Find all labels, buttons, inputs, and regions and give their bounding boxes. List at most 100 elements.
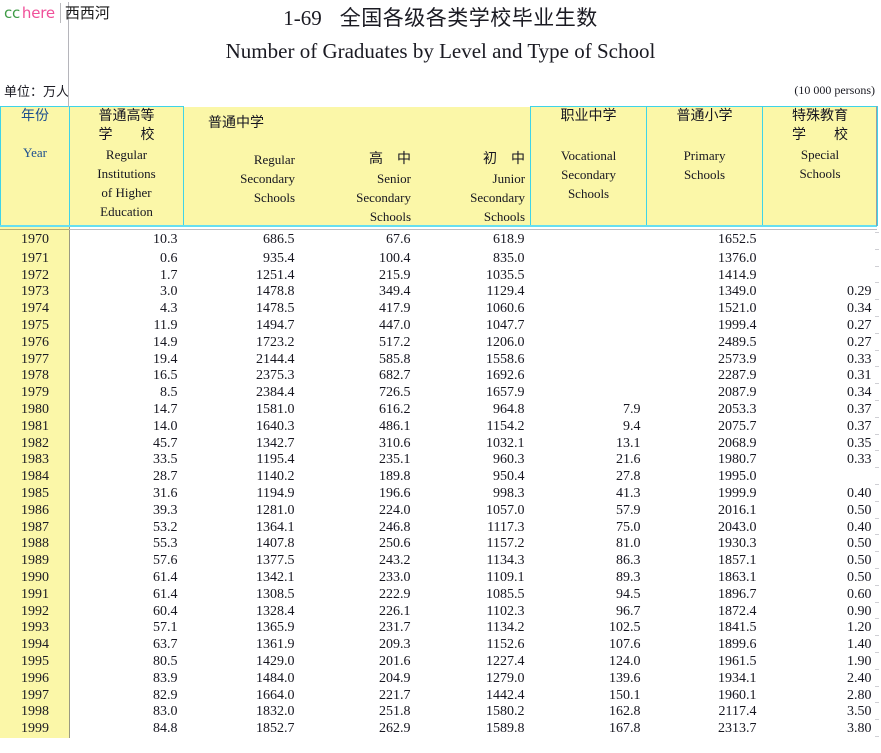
table-right-edge-line — [876, 106, 877, 226]
table-header: 年份 Year 普通高等 学 校 Regular Institutions of… — [0, 106, 879, 226]
cell-junior-secondary: 1134.2 — [486, 620, 525, 636]
cell-special — [763, 469, 878, 486]
cell-regular-secondary: 2384.4 — [256, 385, 295, 401]
cell-year: 1975 — [0, 317, 70, 335]
cell-primary: 2075.7 — [718, 418, 757, 434]
cell-primary: 2489.5 — [718, 334, 757, 350]
secondary-group-title-cell: 普通中学 — [184, 106, 532, 150]
cell-year: 1974 — [0, 301, 70, 318]
cell-year: 1972 — [0, 267, 70, 285]
cell-vocational: 162.8 — [609, 704, 641, 720]
table-row: 1999 84.8 1852.7 262.9 1589.8 167.8 2313.7 3.80 — [0, 721, 878, 738]
table-row: 1980 14.7 1581.0 616.2 964.8 7.9 2053.3 0.37 — [0, 401, 878, 419]
row-tick — [875, 450, 879, 452]
cell-special: 0.40 — [847, 519, 872, 535]
cell-primary: 2043.0 — [718, 519, 757, 535]
cell-junior-secondary: 835.0 — [493, 250, 525, 266]
cell-year: 1979 — [0, 385, 70, 402]
cell-regular-secondary: 1328.4 — [256, 603, 295, 619]
site-watermark: cc here 西西河 — [4, 2, 110, 24]
special-cn-line2: 学 校 — [792, 127, 849, 143]
cell-primary: 1349.0 — [718, 284, 757, 300]
cell-junior-secondary: 1279.0 — [486, 670, 525, 686]
row-tick — [875, 601, 879, 603]
cell-higher-education: 31.6 — [153, 485, 178, 501]
regular-secondary-en-line2: Secondary — [240, 170, 295, 186]
cell-primary: 1376.0 — [718, 250, 757, 266]
cell-primary: 1961.5 — [718, 653, 757, 669]
cell-primary: 1521.0 — [718, 301, 757, 317]
cell-senior-secondary: 100.4 — [379, 250, 411, 266]
vocational-cn: 职业中学 — [560, 108, 617, 124]
cell-year: 1999 — [0, 721, 70, 738]
cell-senior-secondary: 585.8 — [379, 351, 411, 367]
column-header-senior-secondary: 高 中 Senior Secondary Schools — [301, 149, 417, 226]
cell-year: 1981 — [0, 418, 70, 436]
senior-cn: 高 中 — [369, 150, 411, 167]
cell-regular-secondary: 1581.0 — [256, 401, 295, 417]
cell-higher-education: 16.5 — [153, 368, 178, 384]
row-tick — [875, 265, 879, 267]
cell-special: 0.35 — [847, 435, 872, 451]
cell-special: 0.31 — [847, 368, 872, 384]
table-row: 1997 82.9 1664.0 221.7 1442.4 150.1 1960.1 2.80 — [0, 687, 878, 705]
primary-en-line1: Primary — [683, 148, 726, 163]
cell-senior-secondary: 616.2 — [379, 401, 411, 417]
column-header-primary: 普通小学 Primary Schools — [646, 106, 764, 226]
regular-secondary-en-line3: Schools — [253, 189, 295, 205]
table-row: 1995 80.5 1429.0 201.6 1227.4 124.0 1961.5 1.90 — [0, 653, 878, 671]
table-body: 1970 10.3 686.5 67.6 618.9 1652.5 1971 0.6 935.4… — [0, 225, 878, 738]
cell-special: 0.50 — [847, 536, 872, 552]
row-tick — [875, 719, 879, 721]
row-tick — [875, 467, 879, 469]
cell-year: 1977 — [0, 351, 70, 369]
vocational-en-line2: Secondary — [561, 167, 616, 182]
cell-vocational — [531, 385, 647, 402]
cell-regular-secondary: 1377.5 — [256, 553, 295, 569]
table-row: 1979 8.5 2384.4 726.5 1657.9 2087.9 0.34 — [0, 385, 878, 402]
cell-junior-secondary: 1109.1 — [486, 569, 525, 585]
vocational-en-line3: Schools — [567, 186, 610, 201]
row-tick — [875, 534, 879, 536]
cell-junior-secondary: 1152.6 — [486, 637, 525, 653]
column-header-year-en: Year — [23, 145, 47, 160]
cell-higher-education: 80.5 — [153, 653, 178, 669]
column-header-higher-education: 普通高等 学 校 Regular Institutions of Higher … — [69, 106, 184, 226]
cell-special: 0.34 — [847, 301, 872, 317]
cell-year: 1976 — [0, 334, 70, 352]
row-tick — [875, 618, 879, 620]
cell-regular-secondary: 1361.9 — [256, 637, 295, 653]
cell-special: 2.40 — [847, 670, 872, 686]
cell-year: 1978 — [0, 368, 70, 386]
cell-primary: 1960.1 — [718, 687, 757, 703]
row-tick — [875, 651, 879, 653]
cell-junior-secondary: 1085.5 — [486, 586, 525, 602]
cell-senior-secondary: 221.7 — [379, 687, 411, 703]
cell-higher-education: 1.7 — [160, 267, 178, 283]
cell-vocational — [531, 268, 647, 285]
senior-en-line1: Senior — [377, 170, 411, 186]
cell-senior-secondary: 250.6 — [379, 536, 411, 552]
cell-senior-secondary: 251.8 — [379, 704, 411, 720]
cell-vocational: 139.6 — [609, 670, 641, 686]
cell-primary: 1899.6 — [718, 637, 757, 653]
cell-senior-secondary: 235.1 — [379, 452, 411, 468]
table-row: 1988 55.3 1407.8 250.6 1157.2 81.0 1930.3 0.50 — [0, 536, 878, 554]
cell-year: 1994 — [0, 637, 70, 654]
cell-senior-secondary: 201.6 — [379, 653, 411, 669]
cell-primary: 1863.1 — [718, 569, 757, 585]
senior-en-line2: Secondary — [356, 189, 411, 205]
page-title-english: Number of Graduates by Level and Type of… — [225, 39, 656, 63]
cell-year: 1982 — [0, 435, 70, 453]
row-tick — [875, 232, 879, 233]
unit-label-english: (10 000 persons) — [794, 83, 875, 97]
cell-special: 0.50 — [847, 502, 872, 518]
row-tick — [875, 366, 879, 368]
row-tick — [875, 668, 879, 670]
cell-vocational: 41.3 — [616, 485, 641, 501]
table-row: 1992 60.4 1328.4 226.1 1102.3 96.7 1872.4 0.90 — [0, 603, 878, 621]
cell-year: 1986 — [0, 502, 70, 520]
cell-senior-secondary: 262.9 — [379, 721, 411, 737]
cell-senior-secondary: 233.0 — [379, 569, 411, 585]
cell-higher-education: 84.8 — [153, 721, 178, 737]
